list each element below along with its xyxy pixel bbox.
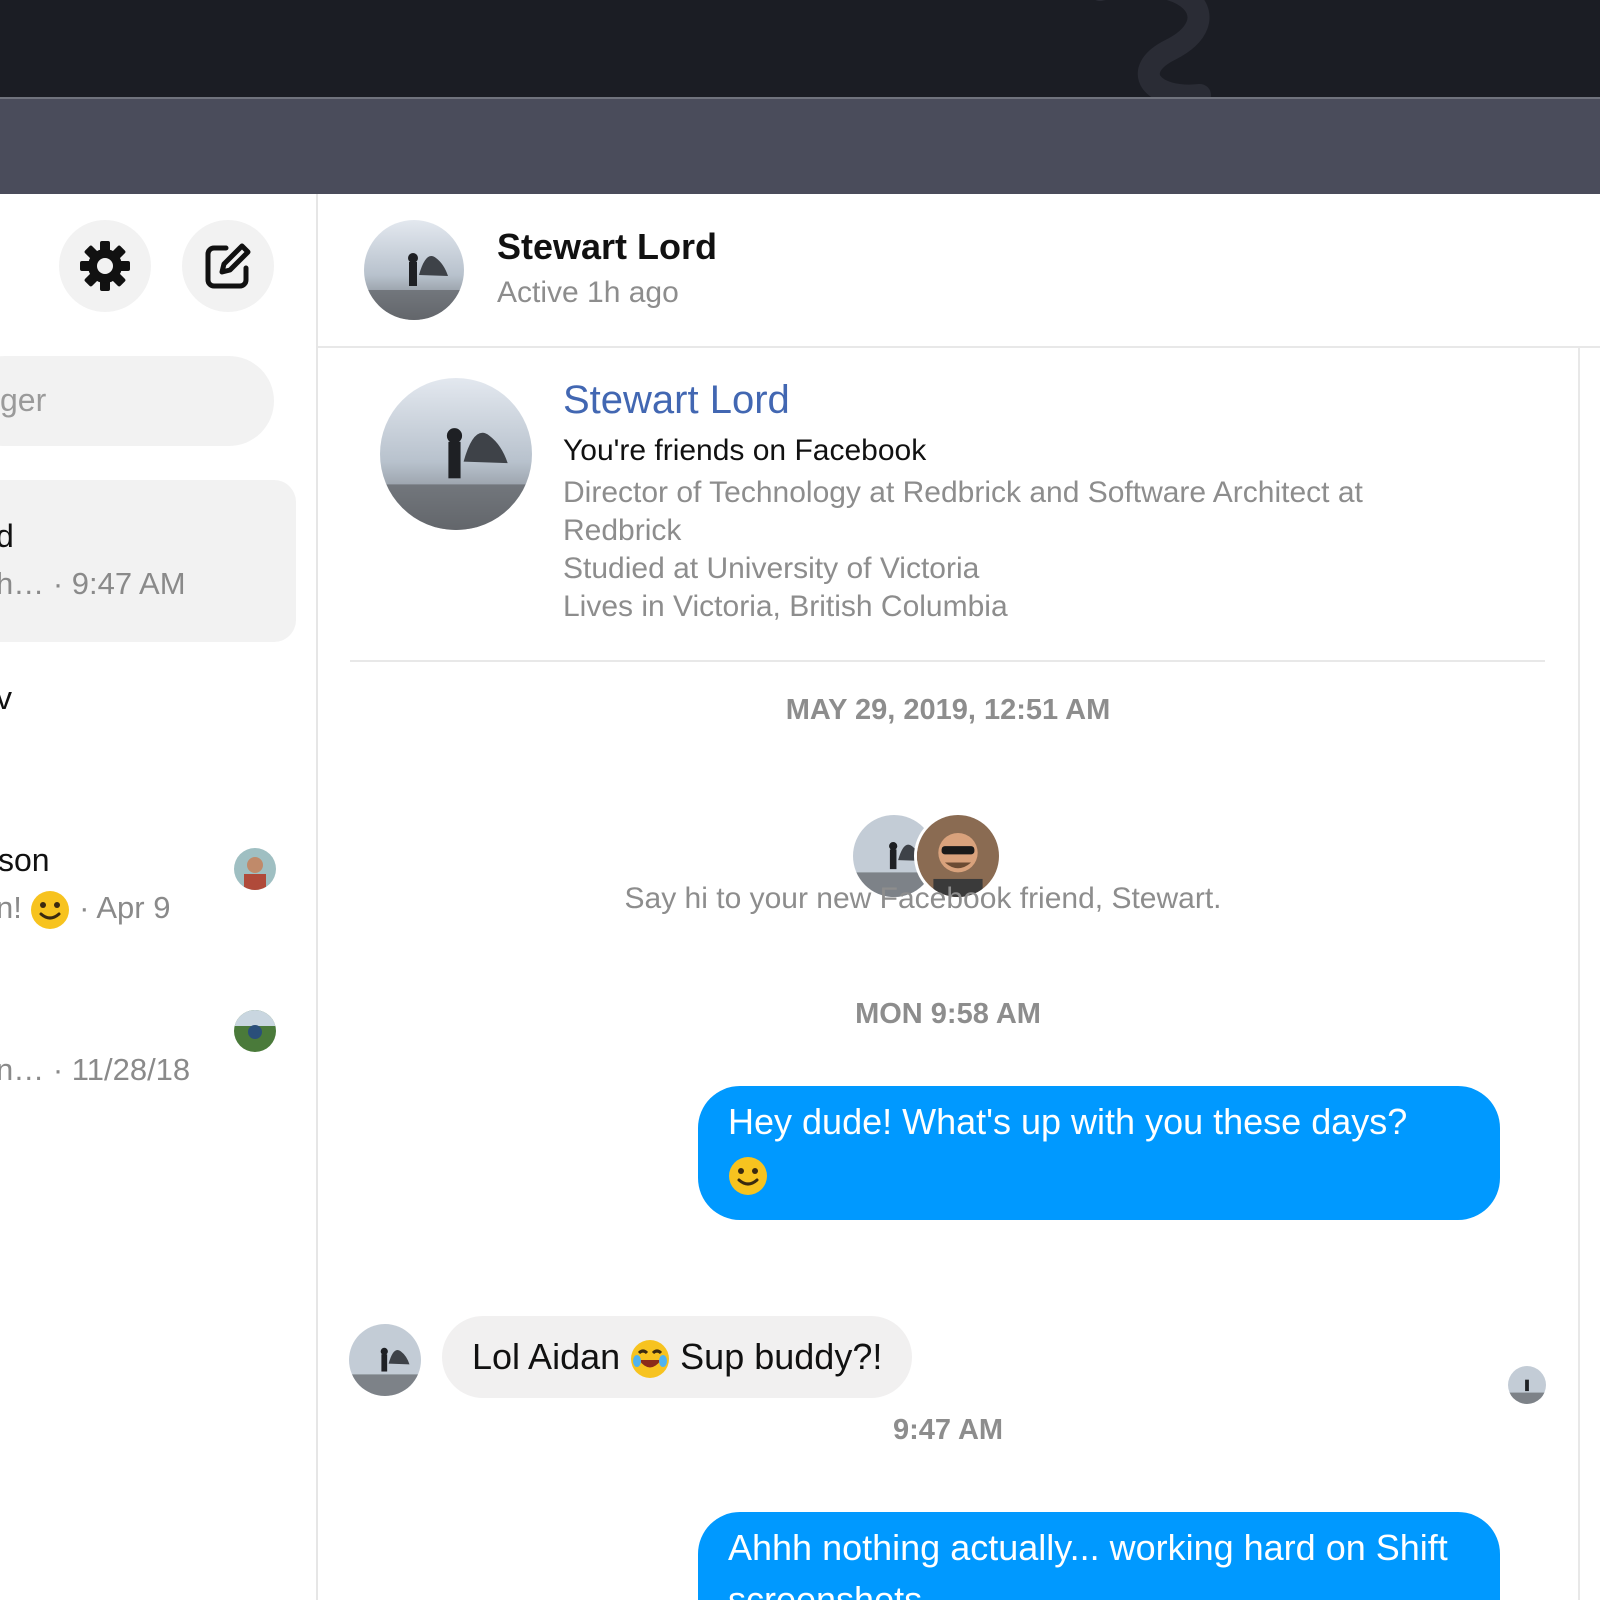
snippet-text: n! <box>0 890 22 926</box>
app-logo-icon <box>1095 0 1211 97</box>
timestamp: MON 9:58 AM <box>855 998 1041 1030</box>
laughing-emoji-icon <box>631 1340 670 1379</box>
gear-icon <box>80 241 130 291</box>
conversation-name: son <box>0 842 50 878</box>
conversation-name: v <box>0 680 12 717</box>
read-receipt-avatar <box>234 848 276 890</box>
profile-avatar[interactable] <box>380 378 532 530</box>
smile-emoji-icon <box>31 891 70 929</box>
contact-status: Active 1h ago <box>497 276 679 309</box>
message-thread: Stewart Lord You're friends on Facebook … <box>318 348 1578 1600</box>
friendship-status: You're friends on Facebook <box>563 434 927 467</box>
snippet-time: · Apr 9 <box>79 890 171 926</box>
conversation-snippet: n! · Apr 9 <box>0 890 170 930</box>
conversation-item[interactable]: n… · 11/28/18 <box>0 966 296 1128</box>
conversation-snippet: n… · 11/28/18 <box>0 1052 191 1087</box>
outgoing-message[interactable]: Ahhh nothing actually... working hard on… <box>698 1512 1500 1600</box>
seen-receipt-avatar <box>1508 1366 1546 1404</box>
sender-avatar <box>349 1324 421 1396</box>
incoming-message[interactable]: Lol Aidan Sup buddy?! <box>442 1316 913 1398</box>
read-receipt-avatar <box>234 1010 276 1052</box>
conversation-item[interactable]: son n! · Apr 9 <box>0 804 296 966</box>
search-input[interactable]: ger <box>0 356 274 446</box>
message-text: Ahhh nothing actually... working hard on… <box>728 1527 1448 1600</box>
compose-icon <box>205 243 251 289</box>
timestamp: 9:47 AM <box>892 1414 1004 1446</box>
smile-emoji-icon <box>729 1157 767 1196</box>
settings-button[interactable] <box>59 220 151 312</box>
conversation-name: d <box>0 518 14 555</box>
profile-education: Studied at University of Victoria <box>563 552 980 585</box>
new-friend-text: Say hi to your new Facebook friend, Stew… <box>624 882 1222 915</box>
search-placeholder: ger <box>0 382 47 418</box>
app-toolbar <box>0 99 1600 194</box>
conversation-item[interactable]: d h… · 9:47 AM <box>0 480 296 642</box>
conversation-snippet: h… · 9:47 AM <box>0 566 186 601</box>
compose-button[interactable] <box>182 220 274 312</box>
profile-location: Lives in Victoria, British Columbia <box>563 590 1008 623</box>
title-bar <box>0 0 1600 97</box>
timestamp: MAY 29, 2019, 12:51 AM <box>785 694 1111 726</box>
profile-divider <box>350 660 1545 662</box>
profile-name-link[interactable]: Stewart Lord <box>563 378 790 423</box>
conversation-item[interactable]: v <box>0 642 296 804</box>
conversation-sidebar: ger d h… · 9:47 AM v son n! · Apr 9 n… ·… <box>0 194 318 1600</box>
conversation-header: Stewart Lord Active 1h ago <box>318 194 1600 348</box>
message-text-b: Sup buddy?! <box>680 1336 883 1377</box>
message-text: Hey dude! What's up with you these days? <box>728 1101 1408 1142</box>
message-text-a: Lol Aidan <box>472 1336 621 1377</box>
outgoing-message[interactable]: Hey dude! What's up with you these days? <box>698 1086 1500 1220</box>
contact-avatar[interactable] <box>364 220 464 320</box>
thread-scrollbar[interactable] <box>1578 348 1600 1600</box>
contact-name: Stewart Lord <box>497 226 718 267</box>
profile-work: Director of Technology at Redbrick and S… <box>563 476 1363 547</box>
